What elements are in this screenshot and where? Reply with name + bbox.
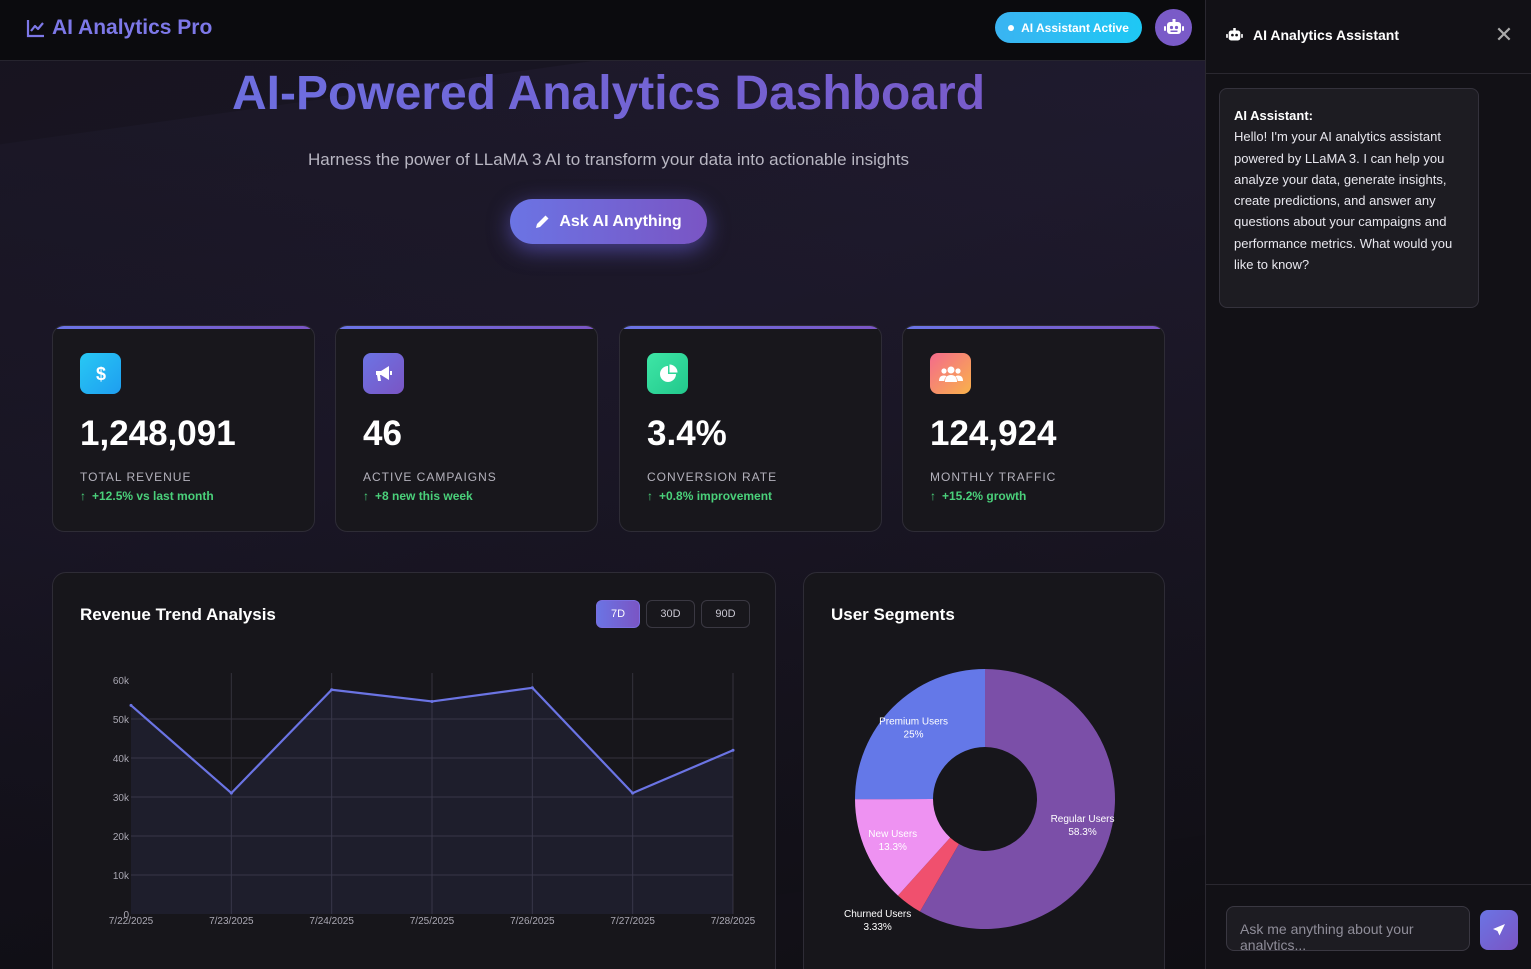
svg-text:$: $ [95,364,105,384]
hero-title: AI-Powered Analytics Dashboard [0,66,1205,121]
slice-label: Premium Users [879,717,948,728]
stat-value: 124,924 [930,414,1057,453]
assistant-toggle-button[interactable] [1155,9,1192,46]
pencil-icon [536,215,549,228]
slice-percent: 58.3% [1068,827,1096,838]
x-tick-label: 7/26/2025 [510,916,555,927]
stat-value: 3.4% [647,414,727,453]
slice-label: Regular Users [1051,814,1115,825]
area-fill [131,687,733,914]
x-tick-label: 7/23/2025 [209,916,254,927]
slice-percent: 13.3% [879,842,907,853]
slice-percent: 3.33% [863,922,891,933]
data-point [229,791,233,795]
app-logo-text: AI Analytics Pro [52,16,213,39]
message-sender: AI Assistant: [1234,108,1313,123]
send-icon [1493,924,1505,936]
stat-change: ↑ +8 new this week [363,489,473,503]
status-dot-icon [1008,24,1015,31]
stat-change-text: +0.8% improvement [659,489,773,503]
users-icon [930,353,971,394]
stat-change: ↑ +15.2% growth [930,489,1026,503]
app-logo[interactable]: AI Analytics Pro [26,16,212,40]
revenue-line-chart: 010k20k30k40k50k60k7/22/2025 7/23/2025 7/2… [109,673,756,927]
data-point [731,748,735,752]
stat-value: 1,248,091 [80,414,236,453]
stat-change-text: +8 new this week [375,489,473,503]
stat-label: ACTIVE CAMPAIGNS [363,470,497,484]
y-tick-label: 40k [113,754,130,765]
send-button[interactable] [1480,910,1518,950]
ai-status-text: AI Assistant Active [1021,20,1129,35]
stat-card-traffic: 124,924 MONTHLY TRAFFIC ↑ +15.2% growth [902,325,1165,532]
slice-label: New Users [868,829,917,840]
robot-icon [1226,27,1243,40]
revenue-trend-panel: Revenue Trend Analysis 7D 30D 90D 0 10k 20… [52,572,776,969]
assistant-title: AI Analytics Assistant [1226,27,1399,43]
arrow-up-icon: ↑ [647,489,653,503]
y-tick-label: 30k [113,793,130,804]
pie-chart-icon [647,353,688,394]
y-tick-label: 20k [113,832,130,843]
message-text: Hello! I'm your AI analytics assistant p… [1234,129,1453,273]
stat-card-revenue: $ 1,248,091 TOTAL REVENUE ↑ +12.5% vs la… [52,325,315,532]
stat-value: 46 [363,414,402,453]
assistant-header: AI Analytics Assistant ✕ [1206,0,1531,74]
dollar-icon: $ [80,353,121,394]
user-segments-panel: User Segments Regular Users 58.3% Churned … [803,572,1165,969]
stat-change: ↑ +0.8% improvement [647,489,772,503]
ai-status-badge: AI Assistant Active [995,12,1142,43]
ask-ai-button[interactable]: Ask AI Anything [510,199,707,244]
assistant-message: AI Assistant: Hello! I'm your AI analyti… [1219,88,1479,308]
user-segments-donut-chart: Regular Users 58.3% Churned Users 3.33% New … [844,669,1115,933]
stat-card-campaigns: 46 ACTIVE CAMPAIGNS ↑ +8 new this week [335,325,598,532]
x-tick-label: 7/24/2025 [309,916,354,927]
stat-change: ↑ +12.5% vs last month [80,489,214,503]
data-point [631,791,635,795]
stat-label: CONVERSION RATE [647,470,778,484]
data-point [330,688,334,692]
x-tick-label: 7/27/2025 [610,916,655,927]
x-tick-label: 7/28/2025 [711,916,756,927]
x-tick-label: 7/25/2025 [410,916,455,927]
stat-label: TOTAL REVENUE [80,470,192,484]
y-tick-label: 60k [113,676,130,687]
megaphone-icon [363,353,404,394]
arrow-up-icon: ↑ [80,489,86,503]
top-bar: AI Analytics Pro AI Assistant Active [0,0,1205,61]
arrow-up-icon: ↑ [930,489,936,503]
stat-label: MONTHLY TRAFFIC [930,470,1057,484]
y-tick-label: 50k [113,715,130,726]
stat-card-conversion: 3.4% CONVERSION RATE ↑ +0.8% improvement [619,325,882,532]
chat-input-area: Ask me anything about your analytics... [1206,884,1531,969]
line-chart-icon [26,20,44,38]
data-point [430,699,434,703]
arrow-up-icon: ↑ [363,489,369,503]
assistant-sidebar: AI Analytics Assistant ✕ AI Assistant: H… [1205,0,1531,969]
robot-icon [1163,18,1184,34]
ask-ai-label: Ask AI Anything [559,212,682,230]
main-area: AI Analytics Pro AI Assistant Active AI-… [0,0,1205,969]
data-point [129,703,133,707]
slice-percent: 25% [904,730,924,741]
stat-change-text: +15.2% growth [942,489,1027,503]
assistant-title-text: AI Analytics Assistant [1253,27,1400,43]
y-tick-label: 10k [113,871,130,882]
stat-change-text: +12.5% vs last month [92,489,214,503]
hero-subtitle: Harness the power of LLaMA 3 AI to trans… [307,150,909,169]
slice-label: Churned Users [844,909,911,920]
close-icon[interactable]: ✕ [1493,24,1515,46]
x-tick-label: 7/22/2025 [109,916,154,927]
chat-input[interactable]: Ask me anything about your analytics... [1226,906,1470,951]
data-point [530,686,534,690]
